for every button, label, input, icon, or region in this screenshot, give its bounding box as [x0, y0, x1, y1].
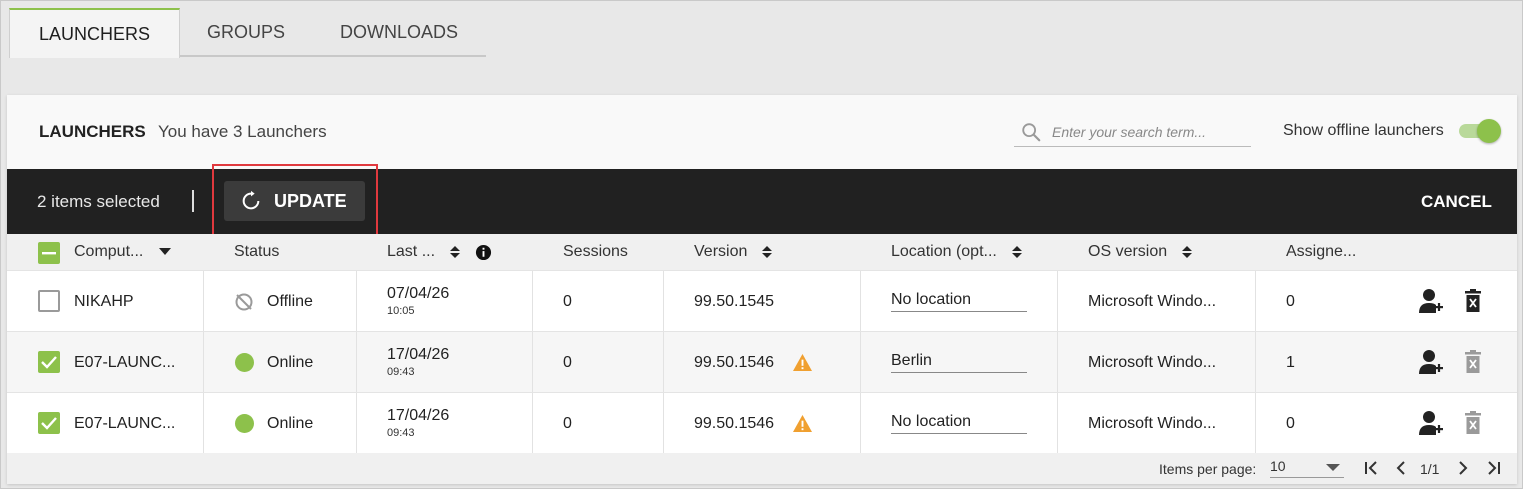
add-user-icon[interactable]	[1418, 348, 1444, 376]
items-per-page-label: Items per page:	[1159, 461, 1257, 477]
col-location[interactable]: Location (opt...	[891, 243, 1023, 261]
col-os-label: OS version	[1088, 243, 1168, 260]
add-user-icon[interactable]	[1418, 287, 1444, 315]
assigned-count: 0	[1286, 293, 1295, 310]
last-date: 17/04/26	[387, 346, 450, 363]
offline-toggle[interactable]	[1459, 119, 1501, 143]
delete-icon[interactable]	[1464, 289, 1482, 313]
location-field[interactable]: No location	[891, 291, 1027, 312]
tab-launchers[interactable]: LAUNCHERS	[9, 8, 180, 58]
add-user-icon[interactable]	[1418, 409, 1444, 437]
items-per-page-select[interactable]: 10	[1270, 458, 1344, 478]
os-version: Microsoft Windo...	[1088, 293, 1217, 310]
delete-icon	[1465, 350, 1481, 373]
status-text: Online	[267, 415, 314, 432]
launchers-panel: LAUNCHERS You have 3 Launchers Show offl…	[7, 95, 1517, 484]
col-last[interactable]: Last ...	[387, 243, 492, 261]
last-date: 17/04/26	[387, 407, 450, 424]
last-date: 07/04/26	[387, 285, 450, 302]
tab-bar: LAUNCHERS GROUPS DOWNLOADS	[9, 8, 486, 58]
selected-count: 2 items selected	[37, 192, 160, 211]
col-assigned[interactable]: Assigne...	[1286, 243, 1356, 261]
col-os[interactable]: OS version	[1088, 243, 1193, 261]
select-all-checkbox[interactable]	[38, 242, 60, 264]
col-last-label: Last ...	[387, 243, 436, 260]
online-status-dot	[235, 353, 254, 372]
computer-name: E07-LAUNC...	[74, 354, 176, 371]
offline-toggle-label: Show offline launchers	[1283, 122, 1444, 139]
row-checkbox[interactable]	[38, 290, 60, 312]
info-icon[interactable]	[475, 244, 492, 261]
pagination-bar: Items per page: 10 1/1	[7, 453, 1517, 484]
sessions-value: 0	[563, 354, 572, 371]
last-time: 09:43	[387, 366, 415, 378]
computer-name: NIKAHP	[74, 293, 134, 310]
online-status-dot	[235, 414, 254, 433]
computer-name: E07-LAUNC...	[74, 415, 176, 432]
panel-title: LAUNCHERS	[39, 122, 146, 141]
panel-header: LAUNCHERS You have 3 Launchers Show offl…	[7, 95, 1517, 169]
col-status[interactable]: Status	[234, 243, 279, 261]
col-sessions-label: Sessions	[563, 243, 628, 260]
update-label: UPDATE	[274, 190, 347, 211]
items-per-page-value: 10	[1270, 458, 1286, 474]
col-status-label: Status	[234, 243, 280, 260]
assigned-count: 1	[1286, 354, 1295, 371]
warning-icon	[793, 353, 812, 372]
table-header: Comput... Status Last ... Sessions Versi…	[7, 234, 1517, 270]
search-box	[1014, 117, 1251, 147]
warning-icon	[793, 414, 812, 433]
version-value: 99.50.1546	[694, 354, 775, 371]
next-page-icon[interactable]	[1456, 461, 1470, 475]
table-row[interactable]: E07-LAUNC... Online 17/04/26 09:43 0 99.…	[7, 392, 1517, 454]
location-field[interactable]: No location	[891, 413, 1027, 434]
chevron-down-icon	[1326, 464, 1340, 471]
tab-groups[interactable]: GROUPS	[191, 8, 301, 57]
col-version[interactable]: Version	[694, 243, 773, 261]
offline-icon	[235, 293, 253, 311]
first-page-icon[interactable]	[1364, 461, 1378, 475]
sort-desc-icon	[159, 248, 172, 255]
cancel-button[interactable]: CANCEL	[1421, 192, 1492, 212]
delete-icon	[1465, 411, 1481, 434]
os-version: Microsoft Windo...	[1088, 415, 1217, 432]
tab-downloads[interactable]: DOWNLOADS	[327, 8, 471, 57]
sort-icon	[1011, 246, 1022, 258]
sort-icon	[450, 246, 461, 258]
table-row[interactable]: NIKAHP Offline 07/04/26 10:05 0 99.50.15…	[7, 270, 1517, 332]
action-divider	[192, 190, 194, 212]
col-location-label: Location (opt...	[891, 243, 997, 260]
prev-page-icon[interactable]	[1394, 461, 1408, 475]
sessions-value: 0	[563, 293, 572, 310]
col-sessions[interactable]: Sessions	[563, 243, 628, 261]
last-page-icon[interactable]	[1487, 461, 1501, 475]
last-time: 10:05	[387, 305, 415, 317]
sort-icon	[1182, 246, 1193, 258]
search-icon	[1022, 122, 1041, 141]
version-value: 99.50.1545	[694, 293, 775, 310]
col-computer-label: Comput...	[74, 243, 144, 260]
version-value: 99.50.1546	[694, 415, 775, 432]
table-row[interactable]: E07-LAUNC... Online 17/04/26 09:43 0 99.…	[7, 331, 1517, 393]
refresh-icon	[242, 190, 260, 210]
assigned-count: 0	[1286, 415, 1295, 432]
col-assigned-label: Assigne...	[1286, 243, 1357, 260]
update-button[interactable]: UPDATE	[224, 181, 365, 221]
sort-icon	[762, 246, 773, 258]
status-text: Online	[267, 354, 314, 371]
row-checkbox[interactable]	[38, 412, 60, 434]
last-time: 09:43	[387, 427, 415, 439]
panel-subtitle: You have 3 Launchers	[158, 122, 327, 141]
status-text: Offline	[267, 293, 313, 310]
col-version-label: Version	[694, 243, 748, 260]
col-computer[interactable]: Comput...	[74, 243, 172, 261]
os-version: Microsoft Windo...	[1088, 354, 1217, 371]
row-checkbox[interactable]	[38, 351, 60, 373]
sessions-value: 0	[563, 415, 572, 432]
page-indicator: 1/1	[1420, 461, 1440, 477]
selection-action-bar: 2 items selected UPDATE CANCEL	[7, 164, 1517, 238]
location-field[interactable]: Berlin	[891, 352, 1027, 373]
search-input[interactable]	[1052, 123, 1242, 140]
